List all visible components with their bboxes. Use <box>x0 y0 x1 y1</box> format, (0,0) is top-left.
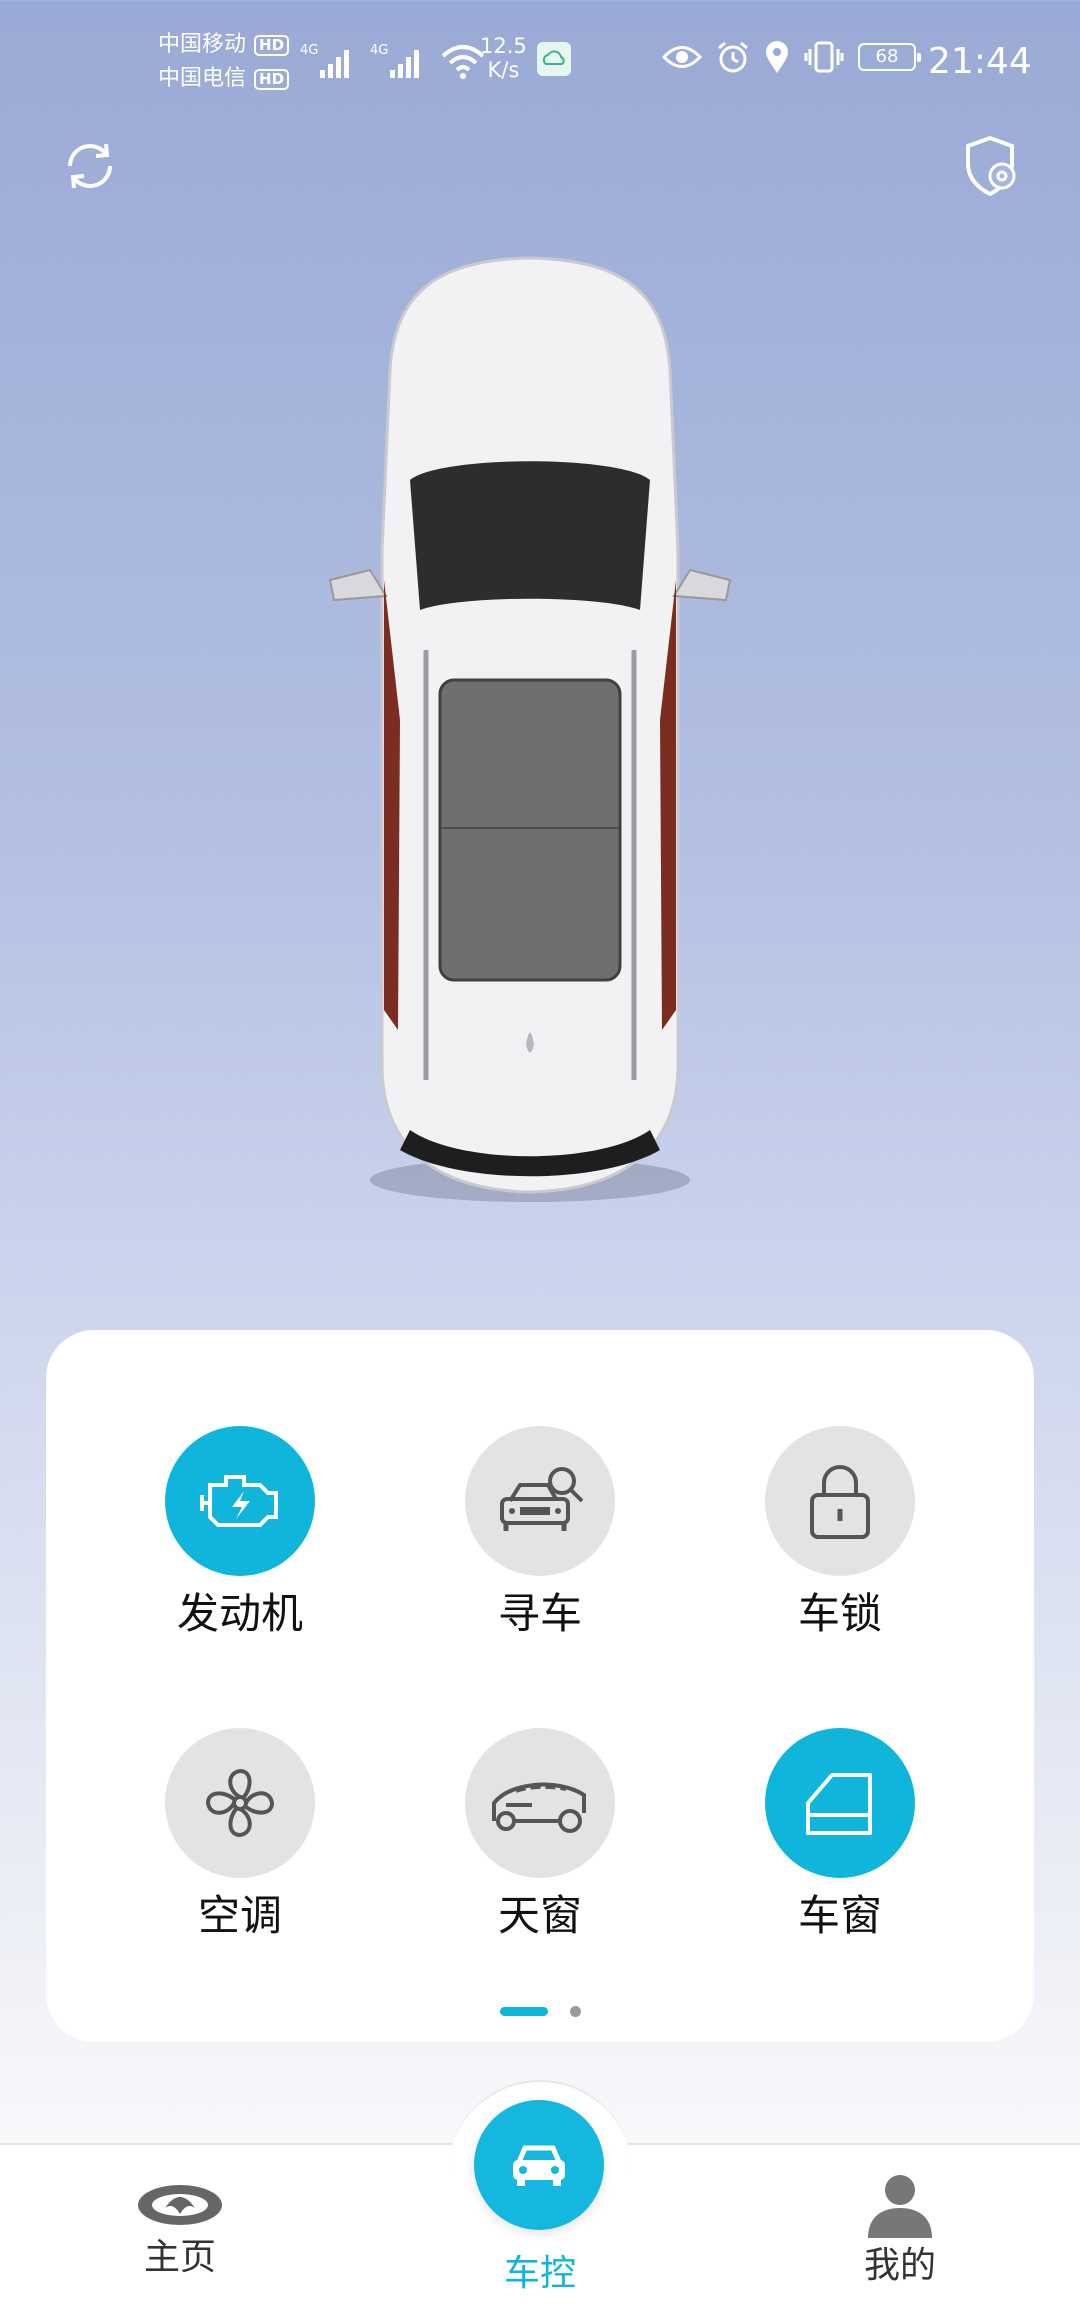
nav-vehicle-control[interactable]: 车控 <box>440 2250 640 2298</box>
find-car-button[interactable] <box>465 1426 615 1576</box>
car-window-icon <box>806 1773 872 1835</box>
page-dot[interactable] <box>569 2006 581 2017</box>
fan-icon <box>205 1768 275 1838</box>
nav-label-profile: 我的 <box>863 2245 936 2286</box>
cloud-app-icon <box>537 42 571 76</box>
network-type-1: 4G <box>300 43 318 58</box>
page-indicator <box>46 2006 1034 2017</box>
nav-home[interactable]: 主页 <box>80 2180 280 2282</box>
signal-indicators: 4G 4G <box>300 40 486 80</box>
sunroof-icon <box>492 1782 586 1833</box>
control-label: 天窗 <box>497 1891 582 1940</box>
refresh-button[interactable] <box>56 132 124 200</box>
shield-settings-icon <box>966 135 1016 197</box>
lock-icon <box>810 1465 870 1539</box>
net-speed-unit: K/s <box>487 58 520 82</box>
find-car-icon <box>500 1467 584 1531</box>
control-label: 寻车 <box>497 1589 582 1638</box>
engine-icon <box>200 1475 278 1527</box>
carrier-2: 中国电信 <box>158 66 247 91</box>
window-control[interactable]: 车窗 <box>730 1728 950 1944</box>
lock-button[interactable] <box>765 1426 915 1576</box>
alarm-icon <box>718 41 748 73</box>
signal-icon: 4G <box>370 43 419 78</box>
engine-control[interactable]: 发动机 <box>130 1426 350 1642</box>
page-dot-active[interactable] <box>499 2007 548 2016</box>
vehicle-control-card: 发动机 寻车 车锁 空调 天窗 车窗 <box>46 1330 1034 2042</box>
nav-profile[interactable]: 我的 <box>800 2172 1000 2290</box>
signal-icon: 4G <box>300 43 349 78</box>
control-label: 车窗 <box>797 1891 882 1940</box>
user-icon <box>868 2175 932 2238</box>
sunroof-button[interactable] <box>465 1728 615 1878</box>
battery-icon: 68 <box>858 43 921 71</box>
carrier-info: 中国移动 HD 中国电信 HD <box>158 28 290 96</box>
nav-label-control: 车控 <box>503 2253 576 2294</box>
control-label: 空调 <box>197 1891 282 1940</box>
car-icon <box>513 2145 565 2186</box>
find-car-control[interactable]: 寻车 <box>430 1426 650 1642</box>
vehicle-settings-button[interactable] <box>956 132 1024 200</box>
vehicle-control-tab-button[interactable] <box>474 2100 604 2230</box>
clock: 21:44 <box>928 41 1032 82</box>
control-label: 车锁 <box>797 1589 882 1638</box>
sunroof-control[interactable]: 天窗 <box>430 1728 650 1944</box>
vibrate-icon <box>804 41 844 73</box>
status-bar: 中国移动 HD 中国电信 HD 4G 4G 12.5 K/s 68 21:44 <box>0 0 1080 120</box>
window-button[interactable] <box>765 1728 915 1878</box>
system-icons: 68 <box>662 40 921 74</box>
ac-button[interactable] <box>165 1728 315 1878</box>
net-speed: 12.5 K/s <box>480 34 527 82</box>
lock-control[interactable]: 车锁 <box>730 1426 950 1642</box>
carrier-1: 中国移动 <box>158 32 247 57</box>
brand-logo-icon <box>138 2185 222 2225</box>
hd-badge: HD <box>254 34 290 56</box>
net-speed-value: 12.5 <box>480 34 527 58</box>
engine-button[interactable] <box>165 1426 315 1576</box>
control-label: 发动机 <box>176 1589 303 1638</box>
hd-badge: HD <box>254 68 290 90</box>
network-type-2: 4G <box>370 43 388 58</box>
car-top-view-image <box>328 256 732 1202</box>
refresh-icon <box>68 143 112 189</box>
ac-control[interactable]: 空调 <box>130 1728 350 1944</box>
eye-comfort-icon <box>662 46 702 68</box>
nav-label-home: 主页 <box>143 2237 216 2278</box>
location-icon <box>766 41 788 73</box>
